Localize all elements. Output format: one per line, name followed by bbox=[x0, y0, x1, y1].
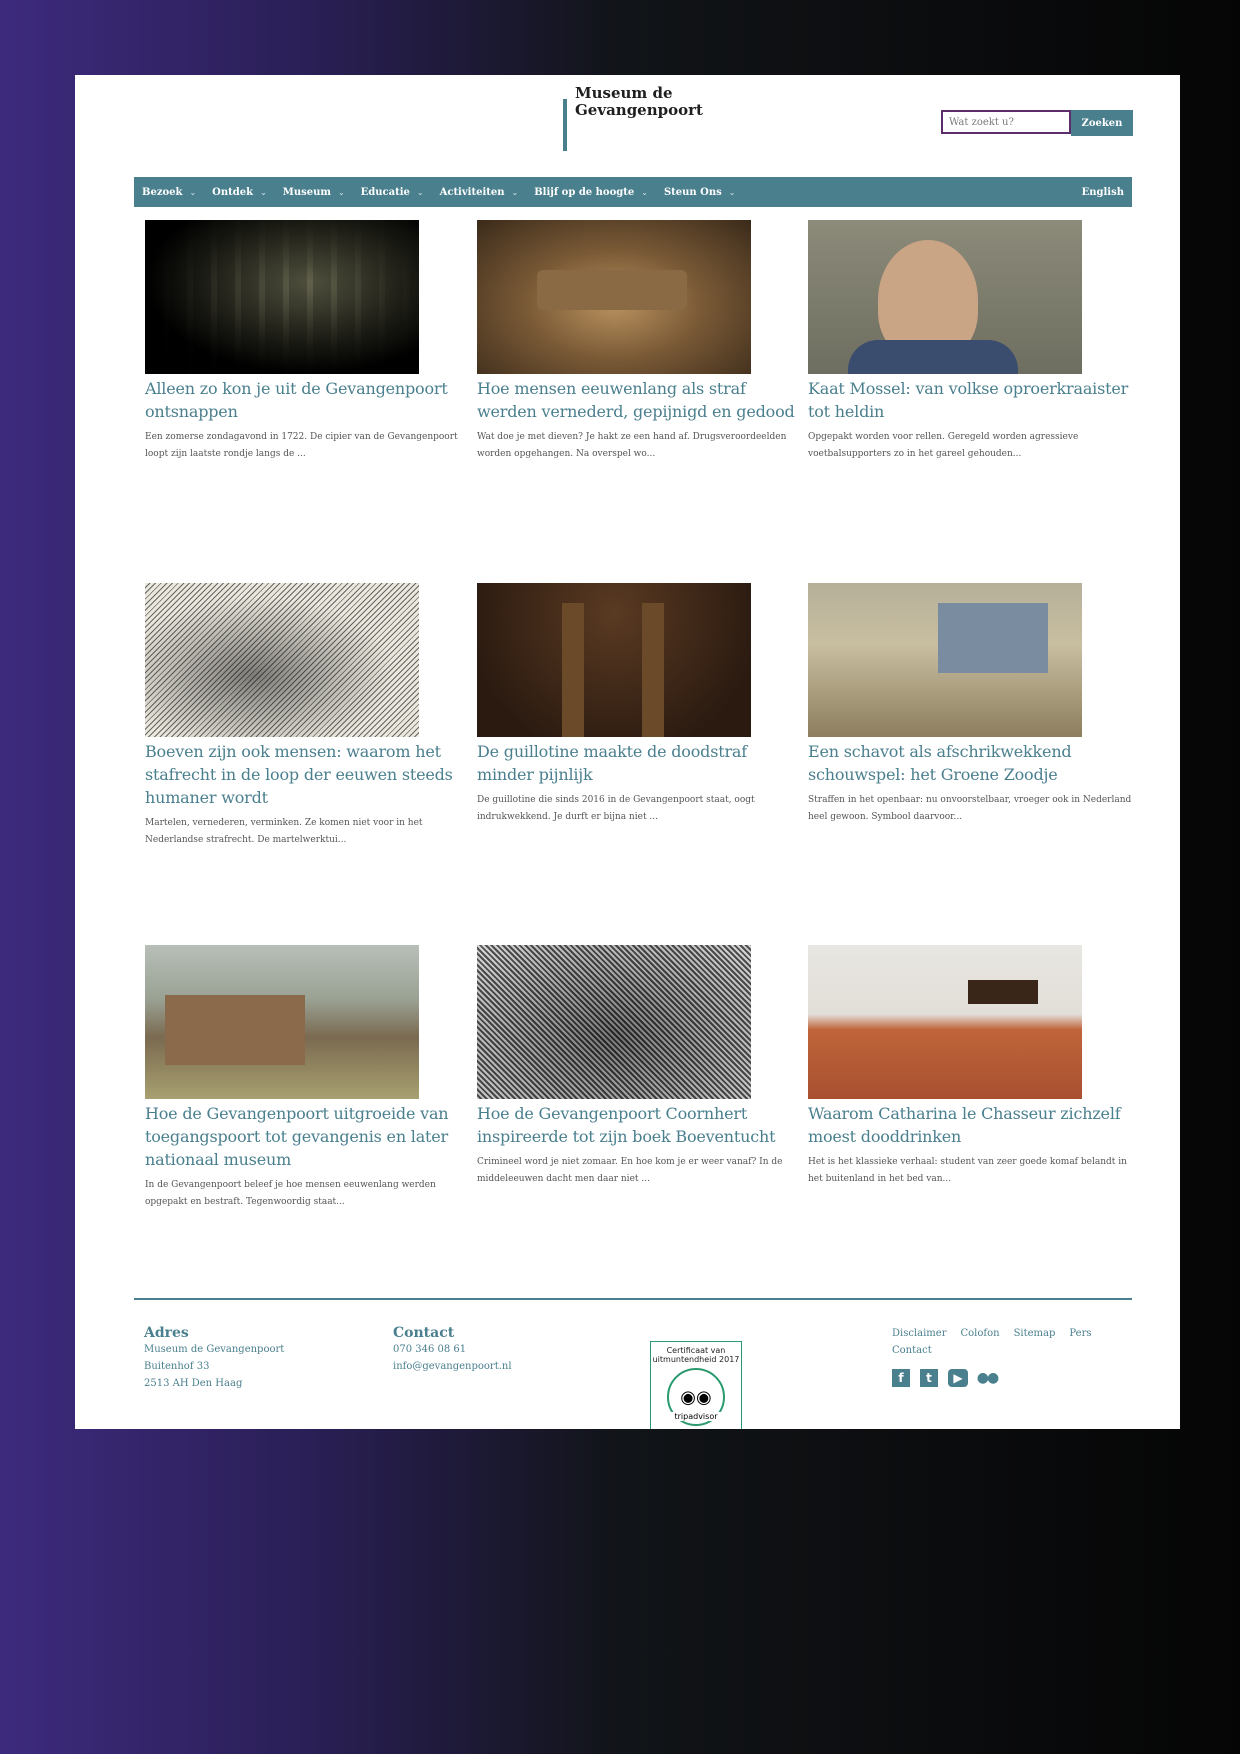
article-card[interactable]: Waarom Catharina le Chasseur zichzelf mo… bbox=[808, 945, 1138, 1188]
footer-link-disclaimer[interactable]: Disclaimer bbox=[892, 1328, 947, 1339]
chevron-down-icon: ⌄ bbox=[641, 187, 648, 197]
article-card[interactable]: Een schavot als afschrikwekkend schouwsp… bbox=[808, 583, 1138, 826]
article-card[interactable]: Alleen zo kon je uit de Gevangenpoort on… bbox=[145, 220, 475, 463]
footer-contact-heading: Contact bbox=[393, 1325, 455, 1341]
nav-label: Bezoek bbox=[142, 186, 183, 198]
article-excerpt: Crimineel word je niet zomaar. En hoe ko… bbox=[477, 1157, 783, 1184]
guillotine-image[interactable] bbox=[477, 583, 751, 737]
email-link[interactable]: info@gevangenpoort.nl bbox=[393, 1358, 512, 1375]
nav-label: Activiteiten bbox=[439, 186, 505, 198]
footer-link-sitemap[interactable]: Sitemap bbox=[1014, 1328, 1056, 1339]
wooden-stocks-image[interactable] bbox=[477, 220, 751, 374]
article-card[interactable]: Hoe de Gevangenpoort Coornhert inspireer… bbox=[477, 945, 807, 1188]
prison-bars-image[interactable] bbox=[145, 220, 419, 374]
address-line: Buitenhof 33 bbox=[144, 1361, 210, 1372]
article-title[interactable]: Hoe de Gevangenpoort Coornhert inspireer… bbox=[477, 1102, 807, 1148]
article-excerpt: Wat doe je met dieven? Je hakt ze een ha… bbox=[477, 432, 787, 459]
twitter-icon[interactable]: t bbox=[920, 1369, 938, 1387]
logo-text: Museum de Gevangenpoort bbox=[575, 85, 725, 119]
chevron-down-icon: ⌄ bbox=[260, 187, 267, 197]
footer-address-heading: Adres bbox=[144, 1325, 189, 1341]
tripadvisor-badge[interactable]: Certificaat van uitmuntendheid 2017 ◉◉ t… bbox=[650, 1341, 742, 1429]
nav-item-activiteiten[interactable]: Activiteiten ⌄ bbox=[432, 187, 527, 198]
footer-link-pers[interactable]: Pers bbox=[1069, 1328, 1091, 1339]
article-title[interactable]: Boeven zijn ook mensen: waarom het stafr… bbox=[145, 740, 475, 809]
nav-item-blijf-op-de-hoogte[interactable]: Blijf op de hoogte ⌄ bbox=[526, 187, 656, 198]
article-excerpt: Martelen, vernederen, verminken. Ze kome… bbox=[145, 818, 423, 845]
article-card[interactable]: Boeven zijn ook mensen: waarom het stafr… bbox=[145, 583, 475, 849]
logo-line-2: Gevangenpoort bbox=[575, 101, 703, 119]
badge-text: Certificaat van uitmuntendheid 2017 bbox=[652, 1346, 740, 1364]
cell-room-image[interactable] bbox=[808, 945, 1082, 1099]
article-title[interactable]: Hoe de Gevangenpoort uitgroeide van toeg… bbox=[145, 1102, 475, 1171]
footer-contact: Contact 070 346 08 61 info@gevangenpoort… bbox=[393, 1325, 512, 1375]
language-switch[interactable]: English bbox=[1074, 187, 1132, 198]
address-line: Museum de Gevangenpoort bbox=[144, 1344, 285, 1355]
nav-label: Ontdek bbox=[212, 186, 254, 198]
nav-item-steun-ons[interactable]: Steun Ons ⌄ bbox=[656, 187, 744, 198]
badge-brand: tripadvisor bbox=[651, 1412, 741, 1421]
search-input[interactable] bbox=[941, 110, 1071, 134]
article-excerpt: In de Gevangenpoort beleef je hoe mensen… bbox=[145, 1180, 436, 1207]
facebook-icon[interactable]: f bbox=[892, 1369, 910, 1387]
address-line: 2513 AH Den Haag bbox=[144, 1378, 243, 1389]
phone-link[interactable]: 070 346 08 61 bbox=[393, 1341, 512, 1358]
engraving-image[interactable] bbox=[145, 583, 419, 737]
article-title[interactable]: Kaat Mossel: van volkse oproerkraaister … bbox=[808, 377, 1138, 423]
chevron-down-icon: ⌄ bbox=[728, 187, 736, 197]
main-nav: Bezoek ⌄ Ontdek ⌄ Museum ⌄ Educatie ⌄ Activi… bbox=[134, 177, 1132, 207]
footer-links: Disclaimer Colofon Sitemap Pers Contact bbox=[892, 1325, 1122, 1359]
nav-label: Blijf op de hoogte bbox=[534, 186, 635, 198]
nav-label: Steun Ons bbox=[663, 186, 722, 198]
article-card[interactable]: De guillotine maakte de doodstraf minder… bbox=[477, 583, 807, 826]
square-painting-image[interactable] bbox=[145, 945, 419, 1099]
nav-item-educatie[interactable]: Educatie ⌄ bbox=[353, 187, 432, 198]
article-card[interactable]: Hoe de Gevangenpoort uitgroeide van toeg… bbox=[145, 945, 475, 1211]
article-excerpt: Opgepakt worden voor rellen. Geregeld wo… bbox=[808, 432, 1079, 459]
chevron-down-icon: ⌄ bbox=[416, 187, 424, 197]
article-excerpt: Straffen in het openbaar: nu onvoorstelb… bbox=[808, 795, 1132, 822]
nav-item-museum[interactable]: Museum ⌄ bbox=[275, 187, 353, 198]
nav-label: Museum bbox=[282, 186, 331, 198]
page: Museum de Gevangenpoort Zoeken Bezoek ⌄ O… bbox=[75, 75, 1180, 1429]
footer-divider bbox=[134, 1298, 1132, 1300]
chevron-down-icon: ⌄ bbox=[337, 187, 345, 197]
nav-label: Educatie bbox=[360, 186, 410, 198]
article-title[interactable]: Alleen zo kon je uit de Gevangenpoort on… bbox=[145, 377, 475, 423]
article-excerpt: Het is het klassieke verhaal: student va… bbox=[808, 1157, 1127, 1184]
article-card[interactable]: Hoe mensen eeuwenlang als straf werden v… bbox=[477, 220, 807, 463]
logo-line-1: Museum de bbox=[575, 84, 673, 102]
footer-link-colofon[interactable]: Colofon bbox=[961, 1328, 1000, 1339]
logo-bar bbox=[563, 99, 567, 151]
crowd-engraving-image[interactable] bbox=[477, 945, 751, 1099]
article-excerpt: De guillotine die sinds 2016 in de Gevan… bbox=[477, 795, 755, 822]
article-card[interactable]: Kaat Mossel: van volkse oproerkraaister … bbox=[808, 220, 1138, 463]
footer-link-contact[interactable]: Contact bbox=[892, 1345, 932, 1356]
scaffold-painting-image[interactable] bbox=[808, 583, 1082, 737]
youtube-icon[interactable]: ▶ bbox=[948, 1369, 968, 1387]
article-excerpt: Een zomerse zondagavond in 1722. De cipi… bbox=[145, 432, 458, 459]
portrait-image[interactable] bbox=[808, 220, 1082, 374]
social-links: f t ▶ ●● bbox=[892, 1369, 999, 1387]
flickr-icon[interactable]: ●● bbox=[977, 1369, 999, 1387]
article-title[interactable]: De guillotine maakte de doodstraf minder… bbox=[477, 740, 807, 786]
article-title[interactable]: Een schavot als afschrikwekkend schouwsp… bbox=[808, 740, 1138, 786]
article-title[interactable]: Hoe mensen eeuwenlang als straf werden v… bbox=[477, 377, 807, 423]
chevron-down-icon: ⌄ bbox=[189, 187, 197, 197]
nav-item-ontdek[interactable]: Ontdek ⌄ bbox=[204, 187, 275, 198]
footer-address: Adres Museum de Gevangenpoort Buitenhof … bbox=[144, 1325, 284, 1392]
search-form: Zoeken bbox=[941, 110, 1133, 136]
nav-item-bezoek[interactable]: Bezoek ⌄ bbox=[134, 187, 204, 198]
search-button[interactable]: Zoeken bbox=[1071, 110, 1133, 136]
article-title[interactable]: Waarom Catharina le Chasseur zichzelf mo… bbox=[808, 1102, 1138, 1148]
chevron-down-icon: ⌄ bbox=[511, 187, 519, 197]
